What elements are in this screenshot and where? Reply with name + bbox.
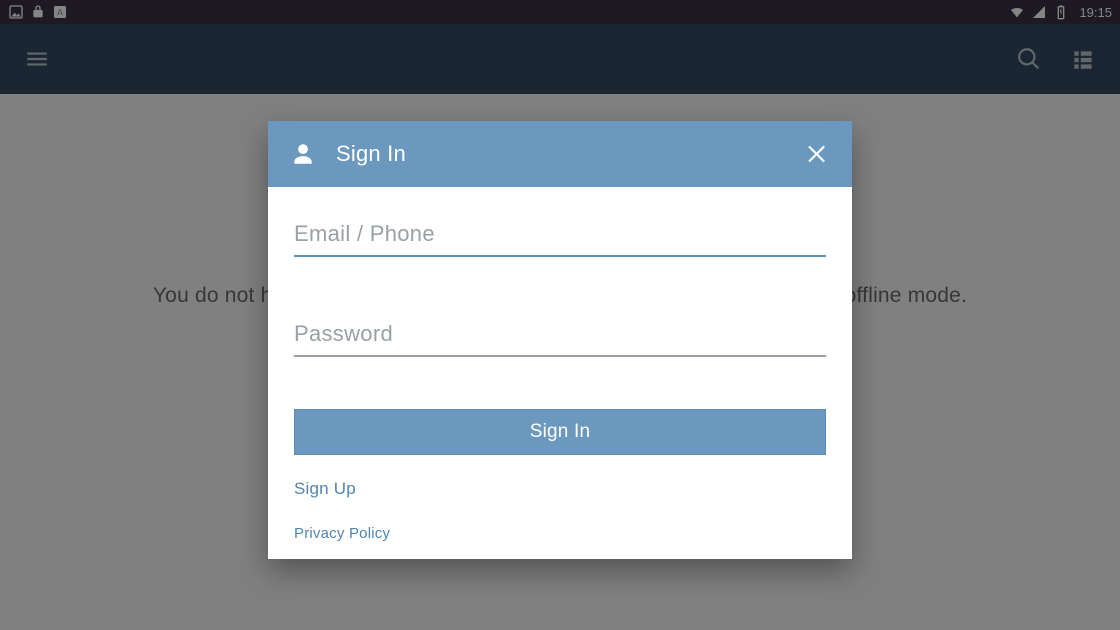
email-field[interactable] (294, 215, 826, 257)
dialog-title: Sign In (336, 141, 784, 167)
privacy-policy-link[interactable]: Privacy Policy (294, 525, 826, 542)
signup-link[interactable]: Sign Up (294, 479, 826, 499)
password-field-wrapper (294, 315, 826, 357)
password-field[interactable] (294, 315, 826, 357)
signin-button[interactable]: Sign In (294, 409, 826, 455)
dialog-header: Sign In (268, 121, 852, 187)
email-field-wrapper (294, 215, 826, 257)
close-icon[interactable] (804, 141, 830, 167)
signin-dialog: Sign In Sign In Sign Up Privacy Policy (268, 121, 852, 559)
person-icon (290, 141, 316, 167)
dialog-body: Sign In Sign Up Privacy Policy (268, 187, 852, 542)
